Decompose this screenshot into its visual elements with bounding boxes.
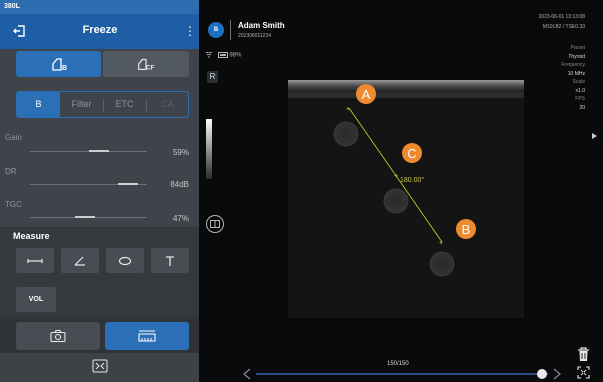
target-circle [429,251,455,277]
settings-tabs: B Filter ETC CA [16,91,189,118]
dr-label: DR [5,167,17,176]
app-logo: B [208,22,224,38]
tab-etc[interactable]: ETC [103,92,146,117]
ultrasound-image[interactable]: + + + 180.00° A C B [288,80,524,318]
tab-filter[interactable]: Filter [60,92,103,117]
probe-b-icon: B [51,58,67,72]
tab-ca: CA [161,99,174,109]
header-divider [230,20,231,40]
skin-layer [288,80,524,92]
patient-id: 202306011234 [238,33,271,39]
split-view-button[interactable] [206,215,224,233]
param-key: Preset [570,45,585,51]
clip-icon [138,330,156,342]
text-button[interactable] [151,248,189,273]
panel-collapse-icon [92,359,108,373]
battery-icon [217,52,228,58]
param-key: Scale [572,79,585,85]
save-clip-button[interactable] [105,322,189,350]
gain-slider[interactable] [30,150,147,152]
trash-icon[interactable] [577,347,590,362]
dr-value: 84dB [170,180,189,189]
text-icon [166,255,174,266]
gain-value: 59% [172,148,189,157]
distance-button[interactable] [16,248,54,273]
tgc-slider[interactable] [30,216,147,218]
fullscreen-icon[interactable] [577,366,590,379]
top-bar: Freeze ⋮ [0,14,199,49]
svg-text:B: B [62,65,67,72]
exit-icon[interactable] [12,24,26,38]
target-circle [383,188,409,214]
next-frame-icon[interactable] [553,368,561,380]
prev-frame-icon[interactable] [243,368,251,380]
left-control-panel: 380L Freeze ⋮ B CF B Filter ETC CA Gain … [0,0,199,382]
tgc-value: 47% [172,214,189,223]
caliper-b[interactable]: + [439,240,443,247]
probe-model: M10LB2 / TSE0.33 [542,24,585,30]
param-key: FPS [575,96,585,102]
probe-cf-icon: CF [138,58,155,71]
patient-name: Adam Smith [238,21,285,30]
target-circle [333,121,359,147]
more-menu-icon[interactable]: ⋮ [184,23,196,39]
tgc-slider-thumb[interactable] [75,216,95,218]
wifi-icon [205,52,213,58]
grayscale-bar [206,119,212,179]
image-viewer: B Adam Smith 202306011234 2023-06-01 13:… [199,0,603,382]
bottom-controls [0,317,199,382]
measure-title: Measure [13,231,50,241]
near-field-band [288,92,524,98]
distance-icon [27,258,43,263]
param-value: 20 [579,104,585,111]
scrubber-thumb[interactable] [537,369,547,379]
angle-readout: 180.00° [400,176,424,184]
device-id-label: 380L [0,0,199,14]
frame-counter: 150/150 [387,361,409,367]
caliper-c[interactable]: + [394,173,398,180]
measure-panel: Measure VOL [0,227,199,317]
ellipse-icon [118,256,132,265]
angle-button[interactable] [61,248,99,273]
param-value: 10 MHz [567,70,585,77]
ellipse-button[interactable] [106,248,144,273]
gain-label: Gain [5,133,22,142]
gain-slider-thumb[interactable] [89,150,109,152]
snapshot-button[interactable] [16,322,100,350]
label-c: C [407,146,416,161]
dr-slider[interactable] [30,183,147,185]
caliper-a[interactable]: + [346,106,350,113]
tgc-label: TGC [5,200,22,209]
cine-scrubber[interactable] [242,368,562,380]
camera-icon [50,329,66,343]
angle-icon [74,256,85,266]
label-a: A [362,87,371,102]
label-b: B [462,222,471,237]
battery-level: 98% [229,52,242,59]
status-row: 98% [205,52,241,59]
param-value: x1.0 [575,87,585,94]
datetime: 2023-06-01 13:13:08 [538,14,585,20]
panel-toggle-button[interactable] [0,353,199,382]
imaging-params: Preset Thyroid Frequency 10 MHz Scale x1… [561,44,585,112]
param-value: Thyroid [568,53,585,60]
split-view-icon [210,220,220,228]
svg-text:CF: CF [146,64,155,71]
tab-b[interactable]: B [17,92,60,117]
page-title: Freeze [82,24,118,36]
expand-params-icon[interactable] [592,133,597,139]
vol-button[interactable]: VOL [16,287,56,312]
orientation-marker: R [207,71,218,83]
mode-cf-button[interactable]: CF [103,51,189,77]
dr-slider-thumb[interactable] [118,183,138,185]
mode-b-button[interactable]: B [16,51,101,77]
param-key: Frequency [561,62,585,68]
